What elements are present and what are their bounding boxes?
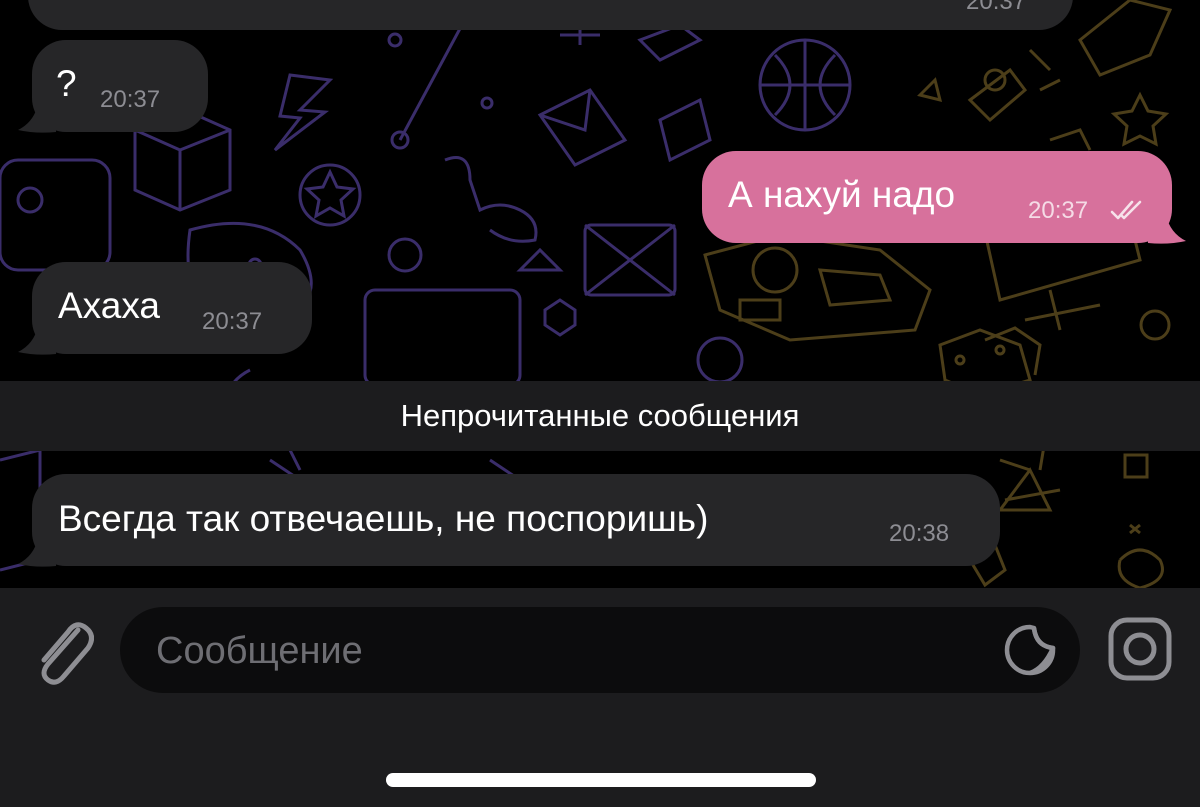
message-time: 20:37 bbox=[100, 86, 161, 113]
message-time: 20:37 bbox=[966, 0, 1027, 15]
message-bubble-incoming[interactable]: ? 20:37 bbox=[32, 40, 208, 132]
read-checkmarks-icon bbox=[1110, 200, 1142, 220]
unread-messages-divider: Непрочитанные сообщения bbox=[0, 381, 1200, 451]
bubble-tail bbox=[18, 104, 56, 133]
home-indicator[interactable] bbox=[386, 773, 816, 787]
message-bubble-incoming[interactable]: Всегда так отвечаешь, не поспоришь) 20:3… bbox=[32, 474, 1000, 566]
bubble-tail bbox=[18, 326, 56, 355]
message-time: 20:37 bbox=[202, 308, 263, 335]
bubble-tail bbox=[18, 538, 56, 567]
message-time: 20:37 bbox=[1028, 197, 1089, 224]
message-text: Всегда так отвечаешь, не поспоришь) bbox=[58, 498, 709, 539]
message-bubble-outgoing[interactable]: А нахуй надо 20:37 bbox=[702, 151, 1172, 243]
sticker-icon[interactable] bbox=[1004, 624, 1056, 676]
bubble-tail bbox=[1148, 215, 1186, 244]
message-bubble-incoming[interactable]: 20:37 bbox=[28, 0, 1073, 30]
message-input-container[interactable] bbox=[120, 607, 1080, 695]
message-time: 20:38 bbox=[889, 520, 950, 547]
message-bubble-incoming[interactable]: Ахаха 20:37 bbox=[32, 262, 312, 354]
message-text: Ахаха bbox=[58, 285, 161, 326]
message-input[interactable] bbox=[154, 607, 978, 695]
message-composer bbox=[0, 588, 1200, 807]
unread-messages-label: Непрочитанные сообщения bbox=[400, 398, 800, 433]
video-message-icon[interactable] bbox=[1108, 617, 1172, 681]
message-text: ? bbox=[56, 63, 77, 104]
message-text: А нахуй надо bbox=[728, 174, 956, 215]
paperclip-icon[interactable] bbox=[30, 616, 94, 686]
